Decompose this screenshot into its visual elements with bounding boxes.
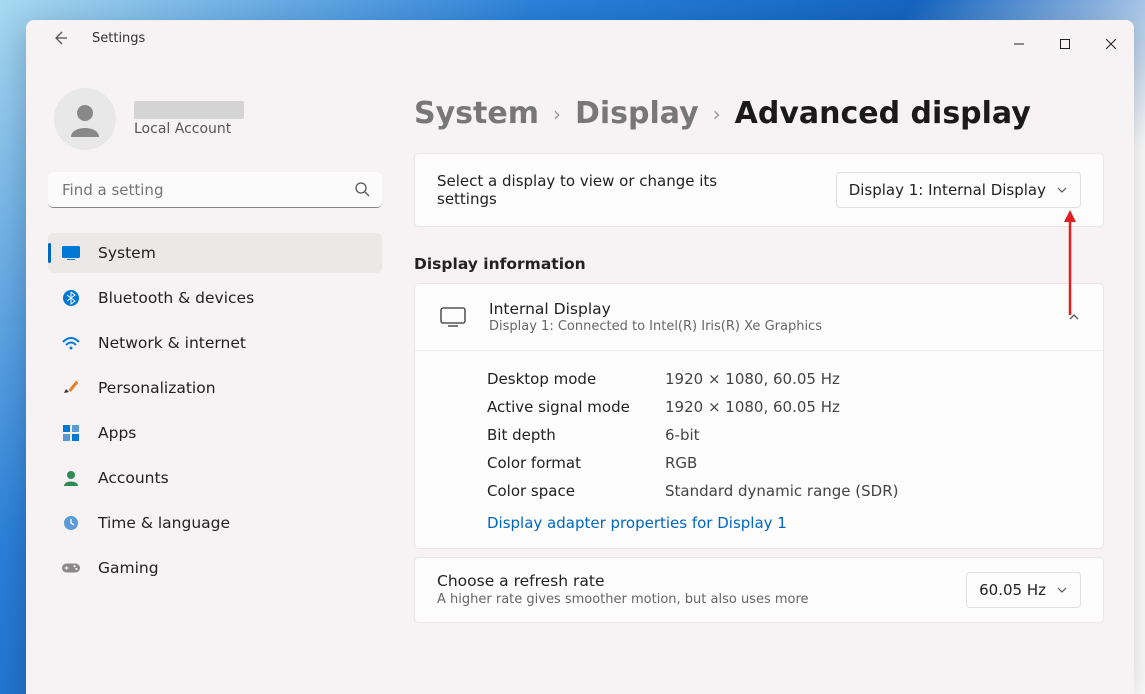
breadcrumb: System › Display › Advanced display: [414, 96, 1104, 131]
system-icon: [62, 244, 80, 262]
display-info-card: Internal Display Display 1: Connected to…: [414, 283, 1104, 549]
sidebar-item-time-language[interactable]: Time & language: [48, 503, 382, 543]
sidebar-item-label: Network & internet: [98, 334, 246, 352]
sidebar-item-apps[interactable]: Apps: [48, 413, 382, 453]
info-value: Standard dynamic range (SDR): [665, 482, 898, 500]
refresh-rate-dropdown[interactable]: 60.05 Hz: [966, 572, 1081, 608]
sidebar-item-personalization[interactable]: Personalization: [48, 368, 382, 408]
display-info-title: Internal Display: [489, 300, 1047, 318]
profile-block[interactable]: Local Account: [48, 76, 382, 172]
account-type-label: Local Account: [134, 121, 244, 137]
display-info-body: Desktop mode1920 × 1080, 60.05 HzActive …: [415, 350, 1103, 548]
info-row: Bit depth6-bit: [487, 421, 1081, 449]
monitor-icon: [437, 305, 469, 329]
refresh-rate-title: Choose a refresh rate: [437, 572, 809, 590]
chevron-right-icon: ›: [713, 102, 721, 126]
back-button[interactable]: [50, 28, 70, 48]
sidebar-nav: System Bluetooth & devices Network & inter…: [48, 228, 382, 694]
info-label: Color space: [487, 482, 665, 500]
chevron-up-icon: [1067, 310, 1081, 324]
info-row: Color formatRGB: [487, 449, 1081, 477]
section-display-information: Display information: [414, 255, 1104, 273]
chevron-down-icon: [1056, 184, 1068, 196]
display-selector-value: Display 1: Internal Display: [849, 181, 1046, 199]
display-info-subtitle: Display 1: Connected to Intel(R) Iris(R)…: [489, 319, 1047, 334]
info-value: RGB: [665, 454, 697, 472]
display-selector-dropdown[interactable]: Display 1: Internal Display: [836, 172, 1081, 208]
apps-icon: [62, 424, 80, 442]
user-name-redacted: [134, 101, 244, 119]
sidebar-item-network-internet[interactable]: Network & internet: [48, 323, 382, 363]
gaming-icon: [62, 559, 80, 577]
bluetooth-icon: [62, 289, 80, 307]
refresh-rate-card: Choose a refresh rate A higher rate give…: [414, 557, 1104, 623]
breadcrumb-system[interactable]: System: [414, 96, 539, 131]
info-value: 1920 × 1080, 60.05 Hz: [665, 398, 840, 416]
search-input[interactable]: [48, 172, 382, 208]
time-icon: [62, 514, 80, 532]
info-label: Color format: [487, 454, 665, 472]
display-info-header[interactable]: Internal Display Display 1: Connected to…: [415, 284, 1103, 350]
chevron-down-icon: [1056, 584, 1068, 596]
sidebar-item-label: Gaming: [98, 559, 159, 577]
sidebar-item-bluetooth-devices[interactable]: Bluetooth & devices: [48, 278, 382, 318]
info-row: Active signal mode1920 × 1080, 60.05 Hz: [487, 393, 1081, 421]
search-icon: [354, 181, 370, 197]
sidebar-item-label: Apps: [98, 424, 136, 442]
minimize-button[interactable]: [996, 28, 1042, 60]
info-label: Desktop mode: [487, 370, 665, 388]
app-title: Settings: [92, 31, 145, 46]
info-row: Color spaceStandard dynamic range (SDR): [487, 477, 1081, 505]
titlebar: Settings: [26, 20, 1134, 68]
info-label: Active signal mode: [487, 398, 665, 416]
network-icon: [62, 334, 80, 352]
sidebar-item-label: Personalization: [98, 379, 216, 397]
refresh-rate-value: 60.05 Hz: [979, 581, 1046, 599]
accounts-icon: [62, 469, 80, 487]
info-row: Desktop mode1920 × 1080, 60.05 Hz: [487, 365, 1081, 393]
sidebar-item-label: Accounts: [98, 469, 169, 487]
sidebar-item-label: System: [98, 244, 156, 262]
settings-window: Settings Local Account: [26, 20, 1134, 694]
display-selector-card: Select a display to view or change its s…: [414, 153, 1104, 227]
sidebar-item-system[interactable]: System: [48, 233, 382, 273]
maximize-button[interactable]: [1042, 28, 1088, 60]
search-box[interactable]: [48, 172, 382, 208]
info-label: Bit depth: [487, 426, 665, 444]
breadcrumb-display[interactable]: Display: [575, 96, 699, 131]
display-adapter-link[interactable]: Display adapter properties for Display 1: [487, 514, 787, 532]
sidebar-item-gaming[interactable]: Gaming: [48, 548, 382, 588]
breadcrumb-current: Advanced display: [735, 96, 1031, 131]
info-value: 6-bit: [665, 426, 700, 444]
refresh-rate-desc: A higher rate gives smoother motion, but…: [437, 592, 809, 607]
sidebar-item-accounts[interactable]: Accounts: [48, 458, 382, 498]
display-selector-label: Select a display to view or change its s…: [437, 172, 737, 208]
sidebar: Local Account System Bluetooth & devices N…: [26, 68, 396, 694]
sidebar-item-label: Time & language: [98, 514, 230, 532]
personalization-icon: [62, 379, 80, 397]
avatar: [54, 88, 116, 150]
sidebar-item-label: Bluetooth & devices: [98, 289, 254, 307]
main-content: System › Display › Advanced display Sele…: [396, 68, 1134, 694]
chevron-right-icon: ›: [553, 102, 561, 126]
info-value: 1920 × 1080, 60.05 Hz: [665, 370, 840, 388]
close-button[interactable]: [1088, 28, 1134, 60]
